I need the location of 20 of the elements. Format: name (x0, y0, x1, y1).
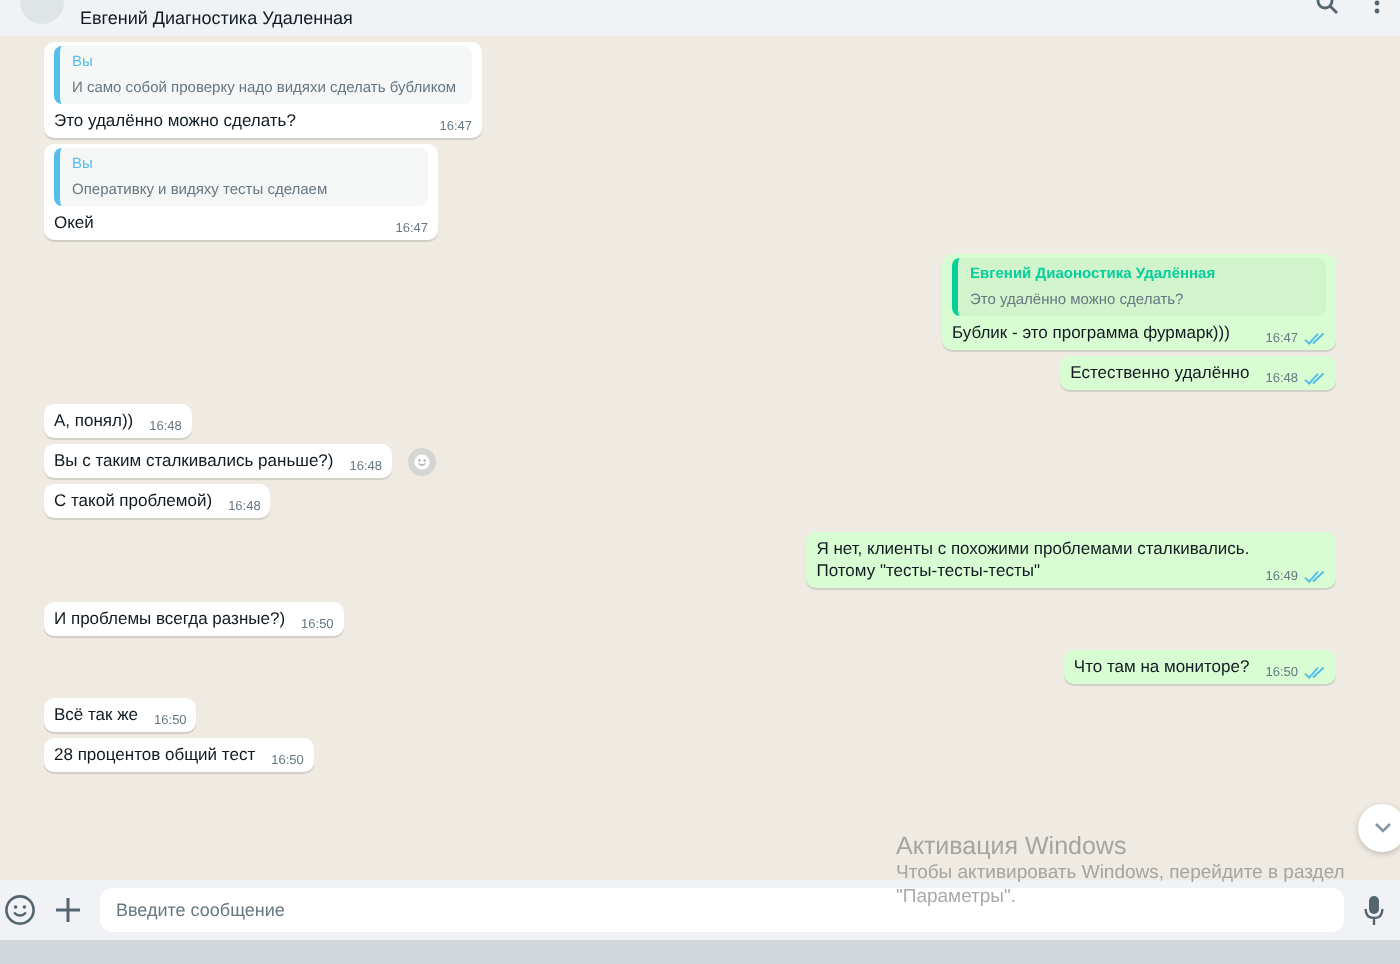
activation-title: Активация Windows (896, 832, 1129, 860)
chevron-down-icon (1373, 822, 1391, 834)
activation-text: Чтобы активировать Windows, перейдите в раздел (896, 862, 1345, 886)
emoji-icon[interactable] (4, 894, 36, 926)
message-text: Всё так же (54, 702, 139, 728)
message-text: А, понял)) (54, 408, 134, 434)
message-text: Естественно удалённо (1070, 360, 1250, 386)
message-text: Я нет, клиенты с похожими проблемами сталкивались. Потому "тесты-тесты-тесты" (816, 536, 1250, 584)
message-text: Вы с таким сталкивались раньше?) (54, 448, 334, 474)
message-text: С такой проблемой) (54, 488, 213, 514)
microphone-icon[interactable] (1364, 895, 1384, 925)
message-text: Это удалённо можно сделать? (54, 108, 296, 134)
activation-text: "Параметры". (896, 886, 1019, 910)
chat-title[interactable]: Евгений Диагностика Удаленная (80, 7, 353, 29)
plus-icon[interactable] (56, 898, 80, 922)
message-text: И проблемы всегда разные?) (54, 606, 286, 632)
message-text: Окей (54, 210, 94, 236)
message-text: Бублик - это программа фурмарк))) (952, 320, 1230, 346)
message-text: Что там на мониторе? (1073, 654, 1250, 680)
message-text: 28 процентов общий тест (54, 742, 256, 768)
